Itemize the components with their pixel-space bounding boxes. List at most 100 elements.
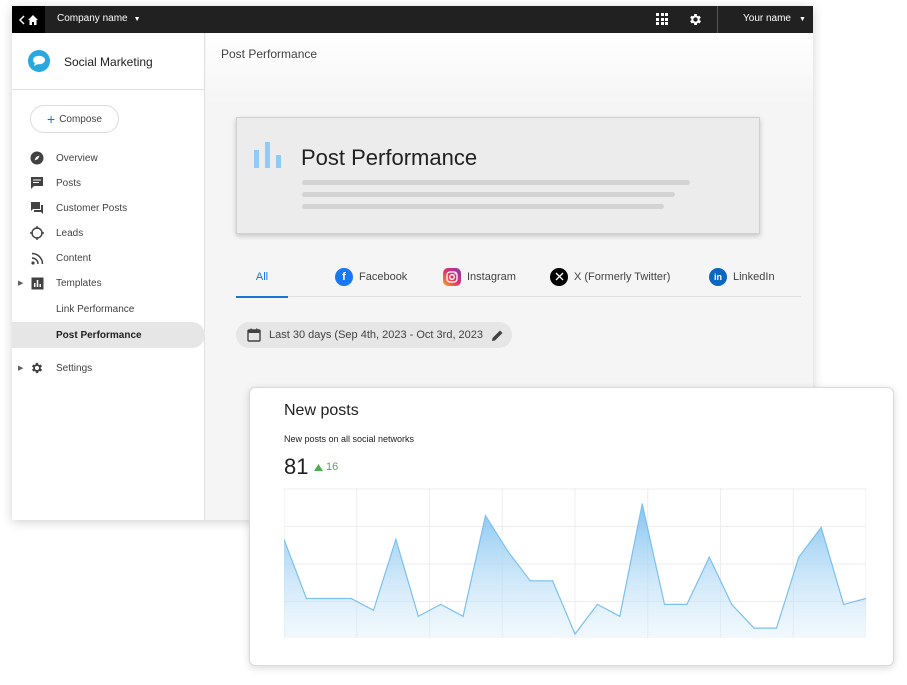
instagram-icon — [443, 267, 461, 286]
chart-point — [775, 627, 778, 629]
page-title: Post Performance — [221, 47, 318, 61]
chart-point — [619, 615, 621, 617]
home-button[interactable] — [12, 6, 45, 33]
hero-banner: Post Performance — [236, 117, 760, 234]
sidebar-item-label: Overview — [56, 152, 98, 164]
sidebar-item-templates[interactable]: ▶ Templates — [12, 270, 205, 296]
delta-badge: 16 — [314, 461, 338, 473]
tab-label: All — [255, 270, 269, 283]
sidebar-item-label: Customer Posts — [56, 202, 128, 214]
rss-icon — [29, 250, 45, 266]
chart-point — [552, 580, 554, 582]
tab-x[interactable]: X (Formerly Twitter) — [550, 256, 670, 297]
sidebar: Social Marketing + Compose Overview Post… — [12, 33, 205, 520]
chart-point — [507, 550, 509, 552]
compose-button[interactable]: + Compose — [30, 105, 119, 133]
user-menu[interactable]: Your name ▼ — [743, 13, 806, 24]
sidebar-item-settings[interactable]: ▶ Settings — [12, 355, 205, 381]
placeholder-line — [302, 180, 690, 185]
chart-point — [574, 633, 576, 635]
sidebar-item-link-performance[interactable]: Link Performance — [12, 296, 205, 322]
chart-point — [843, 603, 845, 606]
network-tabs: All f Facebook Instagram X (Formerly Twi… — [236, 256, 801, 298]
chart-point — [596, 603, 598, 606]
sidebar-item-label: Posts — [56, 177, 82, 189]
chart-point — [753, 627, 755, 629]
sidebar-item-leads[interactable]: Leads — [12, 220, 205, 246]
sidebar-item-content[interactable]: Content — [12, 245, 205, 271]
new-posts-card: New posts New posts on all social networ… — [249, 387, 894, 666]
linkedin-icon: in — [709, 267, 727, 286]
new-posts-chart — [284, 488, 866, 638]
brand-name: Social Marketing — [64, 55, 153, 69]
total-posts-value: 81 — [284, 454, 309, 479]
crosshair-icon — [29, 225, 45, 241]
compose-label: Compose — [59, 113, 102, 125]
sidebar-item-label: Settings — [56, 362, 93, 374]
date-range-label: Last 30 days (Sep 4th, 2023 - Oct 3rd, 2… — [269, 329, 484, 341]
compass-icon — [29, 150, 45, 166]
tab-label: LinkedIn — [733, 270, 775, 283]
sidebar-item-posts[interactable]: Posts — [12, 170, 205, 196]
comment-icon — [29, 175, 45, 191]
date-range-chip[interactable]: Last 30 days (Sep 4th, 2023 - Oct 3rd, 2… — [236, 322, 512, 348]
company-selector[interactable]: Company name ▼ — [57, 13, 141, 24]
chart-point — [328, 597, 330, 600]
home-icon — [27, 14, 38, 25]
up-triangle-icon — [314, 463, 323, 471]
bar-chart-icon — [254, 142, 281, 168]
chart-point — [372, 609, 375, 611]
chart-point — [708, 556, 710, 558]
delta-value: 16 — [326, 461, 339, 473]
tab-all[interactable]: All — [236, 256, 288, 298]
chart-point — [820, 526, 822, 529]
tab-instagram[interactable]: Instagram — [443, 256, 516, 297]
user-name: Your name — [743, 13, 791, 24]
active-tab-indicator — [236, 296, 288, 298]
edit-pencil-icon[interactable] — [491, 329, 504, 342]
chart-point — [663, 603, 666, 606]
sidebar-item-post-performance[interactable]: Post Performance — [12, 322, 205, 348]
brand[interactable]: Social Marketing — [12, 33, 204, 90]
sidebar-item-label: Content — [56, 252, 92, 264]
top-bar: Company name ▼ Your name ▼ — [12, 6, 813, 33]
company-name: Company name — [57, 13, 128, 24]
sidebar-item-overview[interactable]: Overview — [12, 145, 205, 171]
back-chevron-icon — [18, 14, 25, 25]
apps-grid-icon[interactable] — [656, 13, 668, 25]
tab-label: Facebook — [359, 270, 408, 283]
calendar-icon — [247, 328, 261, 342]
plus-icon: + — [47, 111, 56, 127]
forum-icon — [29, 200, 45, 216]
chart-point — [440, 603, 442, 606]
expand-arrow-icon[interactable]: ▶ — [18, 279, 23, 287]
chart-point — [484, 515, 487, 517]
sidebar-item-label: Link Performance — [56, 303, 135, 315]
chart-point — [305, 597, 307, 600]
gear-icon[interactable] — [688, 12, 703, 27]
sidebar-item-customer-posts[interactable]: Customer Posts — [12, 195, 205, 221]
chart-point — [350, 597, 352, 600]
tab-label: Instagram — [467, 270, 516, 283]
facebook-icon: f — [335, 267, 353, 286]
tab-facebook[interactable]: f Facebook — [335, 256, 407, 297]
social-marketing-logo-icon — [28, 50, 50, 72]
placeholder-line — [302, 204, 664, 209]
topbar-divider — [717, 6, 718, 33]
caret-down-icon: ▼ — [133, 16, 141, 23]
chart-point — [417, 615, 419, 617]
chart-point — [731, 603, 733, 606]
sidebar-item-label: Templates — [56, 277, 102, 289]
chart-point — [462, 615, 464, 617]
tab-linkedin[interactable]: in LinkedIn — [709, 256, 775, 297]
card-title: New posts — [284, 402, 359, 419]
sidebar-item-label: Leads — [56, 227, 84, 239]
chart-box-icon — [29, 275, 45, 291]
main-header: Post Performance — [206, 33, 813, 105]
chart-point — [798, 556, 800, 558]
tab-label: X (Formerly Twitter) — [574, 270, 671, 283]
placeholder-line — [302, 192, 675, 197]
x-icon — [550, 267, 568, 286]
chart-point — [529, 580, 531, 582]
expand-arrow-icon[interactable]: ▶ — [18, 364, 23, 372]
